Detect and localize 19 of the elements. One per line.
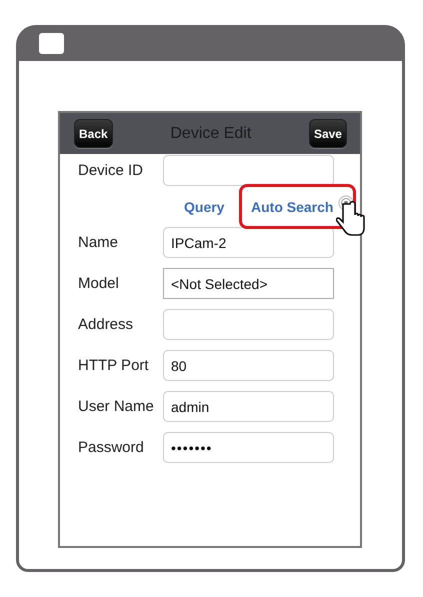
field-label: Password [78,439,145,456]
input-field[interactable]: admin [163,391,334,422]
save-button[interactable]: Save [308,119,347,148]
link[interactable]: Query [181,184,239,229]
window-icon [39,32,64,54]
screen-title: Device Edit [170,124,252,142]
input-field[interactable] [163,309,334,340]
back-button[interactable]: Back [74,119,113,148]
input-field[interactable]: ••••••• [163,432,334,463]
input-field[interactable]: 80 [163,350,334,381]
field-label: Name [78,234,120,251]
model-select[interactable]: <Not Selected> [163,268,334,299]
field-label: Model [78,275,120,292]
input-field[interactable] [163,155,334,186]
field-label: User Name [78,398,155,415]
field-label: Address [78,316,134,333]
field-label: Device ID [78,162,144,179]
field-label: HTTP Port [78,357,150,374]
input-field[interactable]: IPCam-2 [163,227,334,258]
